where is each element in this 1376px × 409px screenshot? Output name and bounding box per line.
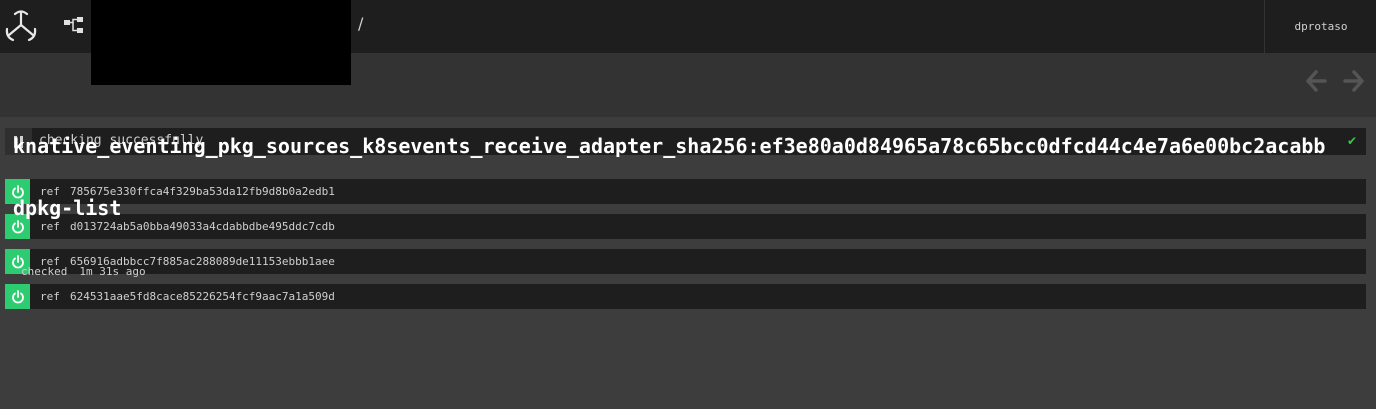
arrow-right-icon[interactable] xyxy=(1343,68,1365,94)
breadcrumb-separator: / xyxy=(358,14,364,33)
concourse-logo-icon[interactable] xyxy=(5,9,37,43)
last-checked-info: checked 1m 31s ago xyxy=(21,265,146,278)
resource-name: knative_eventing_pkg_sources_k8sevents_r… xyxy=(13,134,1326,158)
resource-type: dpkg-list xyxy=(13,196,122,220)
version-value: 624531aae5fd8cace85226254fcf9aac7a1a509d xyxy=(70,290,335,303)
version-key: ref xyxy=(40,290,60,303)
user-menu[interactable]: dprotaso xyxy=(1264,0,1376,53)
pipeline-icon[interactable] xyxy=(63,17,85,35)
version-row[interactable]: ref 785675e330ffca4f329ba53da12fb9d8b0a2… xyxy=(5,179,1366,204)
arrow-left-icon[interactable] xyxy=(1305,68,1327,94)
user-name: dprotaso xyxy=(1294,20,1348,33)
version-row[interactable]: ref d013724ab5a0bba49033a4cdabbdbe495ddc… xyxy=(5,214,1366,239)
version-row[interactable]: ref 624531aae5fd8cace85226254fcf9aac7a1a… xyxy=(5,284,1366,309)
power-icon xyxy=(11,289,24,303)
version-row[interactable]: ref 656916adbbcc7f885ac288089de11153ebbb… xyxy=(5,249,1366,274)
version-key: ref xyxy=(40,220,60,233)
power-icon xyxy=(11,219,24,233)
check-success-icon: ✔ xyxy=(1347,134,1358,148)
version-toggle-button[interactable] xyxy=(5,284,30,309)
checked-label: checked xyxy=(21,265,68,278)
redacted-pipeline-name xyxy=(91,0,351,85)
checked-ago: 1m 31s ago xyxy=(79,265,146,278)
version-value: d013724ab5a0bba49033a4cdabbdbe495ddc7cdb xyxy=(70,220,335,233)
